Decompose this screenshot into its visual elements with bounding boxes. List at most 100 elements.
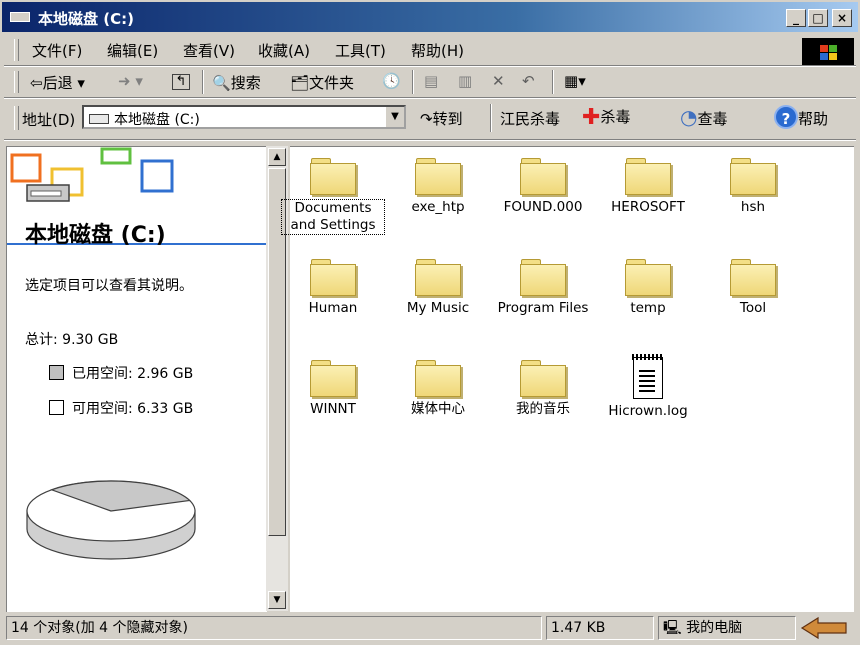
menu-edit[interactable]: 编辑(E): [107, 40, 158, 61]
item-label: Human: [308, 300, 358, 316]
delete-icon[interactable]: ✕: [492, 72, 505, 90]
menu-help[interactable]: 帮助(H): [411, 40, 464, 61]
folder-item[interactable]: 媒体中心: [386, 357, 490, 418]
folder-item[interactable]: HEROSOFT: [596, 155, 700, 216]
item-label: Program Files: [497, 300, 589, 316]
toolbar-separator: [412, 70, 414, 94]
folder-icon: [520, 256, 566, 296]
folders-button[interactable]: 🗂文件夹: [290, 72, 354, 93]
menubar-grip[interactable]: [14, 39, 19, 61]
item-label: temp: [630, 300, 666, 316]
undo-icon[interactable]: ↶: [522, 72, 535, 90]
copy-to-icon[interactable]: ▥: [458, 72, 472, 90]
folder-icon: [520, 155, 566, 195]
folder-item[interactable]: Documents and Settings: [281, 155, 385, 235]
forward-arrow-icon: ➜: [118, 72, 131, 90]
drive-icon: [10, 12, 30, 22]
search-button[interactable]: 🔍搜索: [212, 72, 261, 93]
toolbar-separator: [552, 70, 554, 94]
addressbar-grip[interactable]: [14, 106, 19, 130]
folder-item[interactable]: Tool: [701, 256, 805, 317]
scan-button[interactable]: ✚杀毒: [582, 105, 630, 130]
address-bar: 地址(D) 本地磁盘 (C:) ▼ ↷转到 江民杀毒 ✚杀毒 ◔查毒 ? 帮助: [8, 100, 858, 136]
item-label: HEROSOFT: [611, 199, 685, 215]
folder-item[interactable]: hsh: [701, 155, 805, 216]
location-label: 我的电脑: [686, 620, 743, 636]
views-icon: ▦: [564, 72, 579, 90]
menu-tools[interactable]: 工具(T): [335, 40, 386, 61]
back-arrow-graphic-icon: [800, 616, 847, 640]
up-folder-icon[interactable]: ↰: [172, 74, 190, 90]
address-input[interactable]: 本地磁盘 (C:) ▼: [82, 105, 406, 129]
address-label: 地址(D): [22, 111, 76, 129]
drive-heading: 本地磁盘 (C:): [25, 223, 166, 248]
search-icon: 🔍: [212, 74, 231, 92]
views-button[interactable]: ▦▾: [564, 72, 586, 90]
check-button[interactable]: ◔查毒: [680, 105, 727, 129]
folder-item[interactable]: exe_htp: [386, 155, 490, 216]
folder-icon: [730, 155, 776, 195]
move-to-icon[interactable]: ▤: [424, 72, 438, 90]
folder-item[interactable]: 我的音乐: [491, 357, 595, 418]
object-count: 14 个对象(加 4 个隐藏对象): [6, 616, 542, 640]
item-label: Hicrown.log: [608, 403, 688, 419]
folder-item[interactable]: temp: [596, 256, 700, 317]
item-label: FOUND.000: [503, 199, 583, 215]
free-space-label: 可用空间: 6.33 GB: [72, 401, 194, 417]
folder-icon: [415, 155, 461, 195]
used-swatch: [49, 365, 64, 380]
minimize-button[interactable]: _: [786, 9, 806, 27]
used-space-legend: 已用空间: 2.96 GB: [49, 363, 193, 383]
standard-toolbar: ⇦后退 ▾ ➜ ▾ ↰ 🔍搜索 🗂文件夹 🕓 ▤ ▥ ✕ ↶ ▦▾: [8, 68, 858, 96]
item-label: My Music: [406, 300, 470, 316]
menu-view[interactable]: 查看(V): [183, 40, 235, 61]
go-button[interactable]: ↷转到: [420, 108, 463, 129]
selection-size: 1.47 KB: [546, 616, 654, 640]
window-title: 本地磁盘 (C:): [38, 10, 134, 28]
item-label: 媒体中心: [411, 401, 465, 417]
folder-item[interactable]: My Music: [386, 256, 490, 317]
item-label: 我的音乐: [516, 401, 570, 417]
folder-icon: [310, 155, 356, 195]
folder-item[interactable]: FOUND.000: [491, 155, 595, 216]
menu-bar: 文件(F) 编辑(E) 查看(V) 收藏(A) 工具(T) 帮助(H): [8, 36, 858, 64]
folder-icon: [625, 155, 671, 195]
folder-icon: [415, 256, 461, 296]
address-dropdown-button[interactable]: ▼: [385, 107, 404, 127]
maximize-button[interactable]: □: [808, 9, 828, 27]
text-file-icon: [632, 354, 663, 399]
disc-icon: ◔: [680, 105, 698, 129]
toolbar-grip[interactable]: [14, 71, 19, 93]
folder-item[interactable]: Human: [281, 256, 385, 317]
file-item[interactable]: Hicrown.log: [596, 354, 700, 420]
folder-item[interactable]: Program Files: [491, 256, 595, 317]
antivirus-name: 江民杀毒: [500, 110, 561, 128]
scroll-down-button[interactable]: ▼: [268, 591, 286, 609]
addressbar-divider: [4, 139, 856, 141]
computer-icon: 🖳: [663, 620, 682, 636]
history-icon[interactable]: 🕓: [382, 72, 401, 90]
file-list-pane: Documents and Settings exe_htp FOUND.000 HE…: [281, 146, 854, 612]
item-label: exe_htp: [411, 199, 465, 215]
used-space-label: 已用空间: 2.96 GB: [72, 366, 194, 382]
help-button[interactable]: ? 帮助: [774, 105, 828, 129]
info-pane: 本地磁盘 (C:) 选定项目可以查看其说明。 总计: 9.30 GB 已用空间:…: [6, 146, 267, 612]
folder-icon: [310, 357, 356, 397]
toolbar-divider: [4, 97, 856, 99]
folder-icon: [625, 256, 671, 296]
menu-file[interactable]: 文件(F): [32, 40, 82, 61]
folders-icon: 🗂: [290, 74, 310, 92]
folder-icon: [415, 357, 461, 397]
title-bar[interactable]: 本地磁盘 (C:) _ □ ×: [2, 2, 858, 32]
close-button[interactable]: ×: [832, 9, 852, 27]
free-space-legend: 可用空间: 6.33 GB: [49, 398, 193, 418]
forward-button[interactable]: ➜ ▾: [118, 72, 143, 90]
folder-item[interactable]: WINNT: [281, 357, 385, 418]
back-button[interactable]: ⇦后退 ▾: [30, 72, 85, 93]
folder-icon: [730, 256, 776, 296]
menu-favorites[interactable]: 收藏(A): [258, 40, 310, 61]
folder-icon: [520, 357, 566, 397]
go-arrow-icon: ↷: [420, 110, 433, 128]
folder-icon: [310, 256, 356, 296]
toolbar-separator: [202, 70, 204, 94]
